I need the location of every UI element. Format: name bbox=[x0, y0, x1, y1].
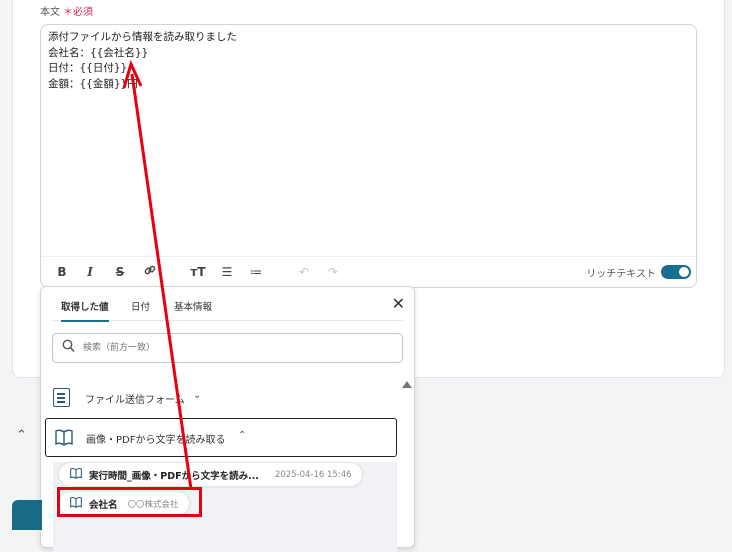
rich-text-toggle[interactable] bbox=[661, 265, 691, 279]
editor-line: 金額：{{金額}}円 bbox=[48, 77, 138, 90]
bold-icon[interactable]: B bbox=[53, 263, 71, 281]
group-ocr[interactable]: 画像・PDFから文字を読み取る ⌃ bbox=[45, 418, 397, 457]
link-icon[interactable] bbox=[141, 263, 159, 281]
tab-basic-info[interactable]: 基本情報 bbox=[174, 299, 212, 320]
chevron-down-icon: ⌄ bbox=[193, 390, 202, 401]
annotation-highlight-box bbox=[57, 487, 202, 517]
form-icon bbox=[53, 388, 70, 407]
search-icon bbox=[62, 339, 75, 357]
undo-icon[interactable]: ↶ bbox=[295, 263, 313, 281]
group-file-form[interactable]: ファイル送信フォーム ⌄ bbox=[45, 379, 395, 416]
group-label: 画像・PDFから文字を読み取る bbox=[86, 435, 226, 446]
item-value: 2025-04-16 15:46 bbox=[274, 469, 352, 480]
editor-toolbar: B I S ᴛT ☰ ≔ ↶ ↷ リッチテキスト bbox=[41, 256, 696, 287]
editor-line: 日付：{{日付}} bbox=[48, 62, 128, 74]
numbered-list-icon[interactable]: ≔ bbox=[247, 263, 265, 281]
search-field[interactable] bbox=[52, 333, 403, 363]
book-icon bbox=[69, 467, 83, 482]
scroll-up-arrow[interactable] bbox=[402, 381, 412, 388]
editor-line: 会社名：{{会社名}} bbox=[48, 46, 149, 59]
italic-icon[interactable]: I bbox=[81, 263, 99, 281]
search-input[interactable] bbox=[81, 339, 385, 357]
tab-acquired-values[interactable]: 取得した値 bbox=[61, 299, 109, 322]
field-label-text: 本文 bbox=[40, 7, 60, 18]
bottom-action-button[interactable] bbox=[12, 500, 42, 530]
chevron-up-icon: ⌃ bbox=[238, 430, 247, 441]
group-label: ファイル送信フォーム bbox=[85, 395, 185, 406]
required-badge: ＊必須 bbox=[63, 7, 93, 18]
book-icon bbox=[54, 428, 74, 446]
body-editor[interactable]: 添付ファイルから情報を読み取りました 会社名：{{会社名}} 日付：{{日付}}… bbox=[40, 24, 697, 288]
text-size-icon[interactable]: ᴛT bbox=[189, 263, 207, 281]
editor-line: 添付ファイルから情報を読み取りました bbox=[48, 31, 237, 43]
picker-tabs: 取得した値 日付 基本情報 bbox=[51, 287, 404, 322]
editor-content[interactable]: 添付ファイルから情報を読み取りました 会社名：{{会社名}} 日付：{{日付}}… bbox=[48, 30, 237, 92]
chevron-up-icon[interactable]: ⌃ bbox=[16, 428, 27, 443]
list-item[interactable]: 実行時間_画像・PDFから文字を読み... 2025-04-16 15:46 bbox=[59, 463, 362, 486]
strikethrough-icon[interactable]: S bbox=[111, 263, 129, 281]
rich-text-label: リッチテキスト bbox=[586, 269, 656, 280]
redo-icon[interactable]: ↷ bbox=[324, 263, 342, 281]
bullet-list-icon[interactable]: ☰ bbox=[218, 263, 236, 281]
tab-date[interactable]: 日付 bbox=[131, 299, 150, 320]
close-icon[interactable]: ✕ bbox=[392, 294, 405, 313]
item-name: 実行時間_画像・PDFから文字を読み... bbox=[89, 470, 259, 482]
field-label: 本文 ＊必須 bbox=[40, 3, 93, 18]
